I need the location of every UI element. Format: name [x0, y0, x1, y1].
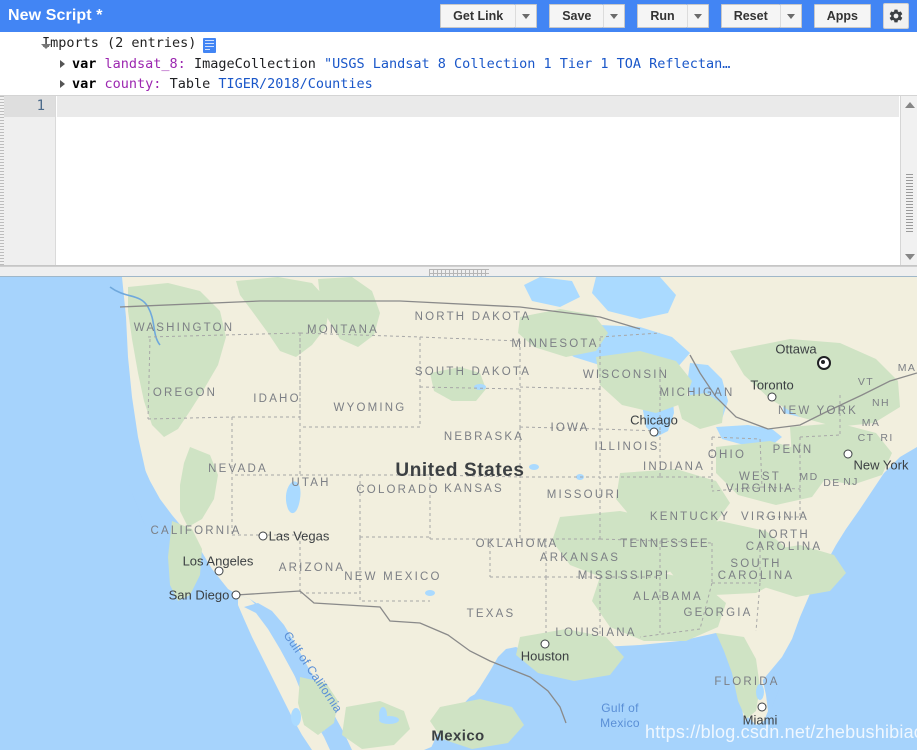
chevron-down-icon — [610, 13, 619, 19]
apps-group: Apps — [813, 4, 871, 28]
city-marker-las-vegas[interactable] — [258, 531, 268, 541]
gear-icon — [889, 9, 903, 23]
get-link-group: Get Link — [440, 4, 538, 28]
city-marker-houston[interactable] — [540, 639, 550, 649]
city-marker-miami[interactable] — [757, 702, 767, 712]
import-variable-name: county: — [104, 76, 162, 92]
expand-triangle-icon[interactable] — [60, 60, 65, 68]
script-title: New Script * — [8, 7, 103, 24]
import-keyword: var — [72, 56, 97, 72]
imports-header-label: Imports (2 entries) — [42, 35, 197, 51]
reset-button[interactable]: Reset — [720, 4, 780, 28]
city-marker-los-angeles[interactable] — [214, 566, 224, 576]
get-link-button[interactable]: Get Link — [440, 4, 516, 28]
chevron-down-icon — [522, 13, 531, 19]
code-text-area[interactable] — [57, 96, 899, 265]
apps-button[interactable]: Apps — [813, 4, 871, 28]
editor-vertical-scrollbar[interactable] — [900, 96, 917, 265]
run-dropdown-button[interactable] — [686, 4, 709, 28]
import-value: "USGS Landsat 8 Collection 1 Tier 1 TOA … — [324, 56, 731, 72]
import-entry-county[interactable]: var county: Table TIGER/2018/Counties — [0, 74, 917, 94]
settings-button[interactable] — [883, 3, 909, 29]
run-button[interactable]: Run — [637, 4, 687, 28]
city-marker-san-diego[interactable] — [231, 590, 241, 600]
imports-header[interactable]: Imports (2 entries) — [0, 32, 917, 54]
line-number-gutter: 1 — [4, 96, 56, 265]
import-variable-name: landsat_8: — [104, 56, 186, 72]
chevron-down-icon — [786, 13, 795, 19]
chevron-down-icon — [693, 13, 702, 19]
triangle-up-icon — [904, 101, 915, 108]
line-number: 1 — [4, 96, 55, 117]
map-base-layer — [0, 277, 917, 750]
reset-dropdown-button[interactable] — [779, 4, 802, 28]
map-viewport[interactable]: United States Mexico WASHINGTON MONTANA … — [0, 277, 917, 750]
city-marker-chicago[interactable] — [649, 427, 659, 437]
code-editor[interactable]: 1 — [0, 96, 917, 266]
save-button[interactable]: Save — [549, 4, 604, 28]
city-marker-new-york[interactable] — [843, 449, 853, 459]
import-value: TIGER/2018/Counties — [218, 76, 373, 92]
import-keyword: var — [72, 76, 97, 92]
panel-splitter[interactable] — [0, 266, 917, 277]
save-dropdown-button[interactable] — [603, 4, 626, 28]
active-code-line[interactable] — [57, 96, 899, 117]
save-group: Save — [549, 4, 626, 28]
top-toolbar: New Script * Get Link Save Run Reset App… — [0, 0, 917, 32]
capital-marker-ottawa[interactable] — [817, 356, 831, 370]
import-entry-text: var landsat_8: ImageCollection "USGS Lan… — [60, 54, 730, 74]
get-link-dropdown-button[interactable] — [515, 4, 538, 28]
triangle-down-icon — [904, 253, 915, 260]
scroll-up-button[interactable] — [901, 96, 917, 113]
scrollbar-thumb-grip[interactable] — [906, 174, 913, 232]
reset-group: Reset — [720, 4, 802, 28]
import-entry-landsat-8[interactable]: var landsat_8: ImageCollection "USGS Lan… — [0, 54, 917, 74]
imports-panel: Imports (2 entries) var landsat_8: Image… — [0, 32, 917, 96]
import-type: ImageCollection — [193, 56, 316, 72]
city-marker-toronto[interactable] — [767, 392, 777, 402]
earth-engine-code-editor: New Script * Get Link Save Run Reset App… — [0, 0, 917, 750]
splitter-grip-handle[interactable] — [428, 269, 489, 276]
scroll-down-button[interactable] — [901, 248, 917, 265]
notes-icon[interactable] — [203, 37, 217, 53]
expand-triangle-icon[interactable] — [60, 80, 65, 88]
collapse-triangle-icon[interactable] — [41, 44, 51, 49]
import-type: Table — [169, 76, 211, 92]
import-entry-text: var county: Table TIGER/2018/Counties — [60, 74, 373, 94]
run-group: Run — [637, 4, 709, 28]
